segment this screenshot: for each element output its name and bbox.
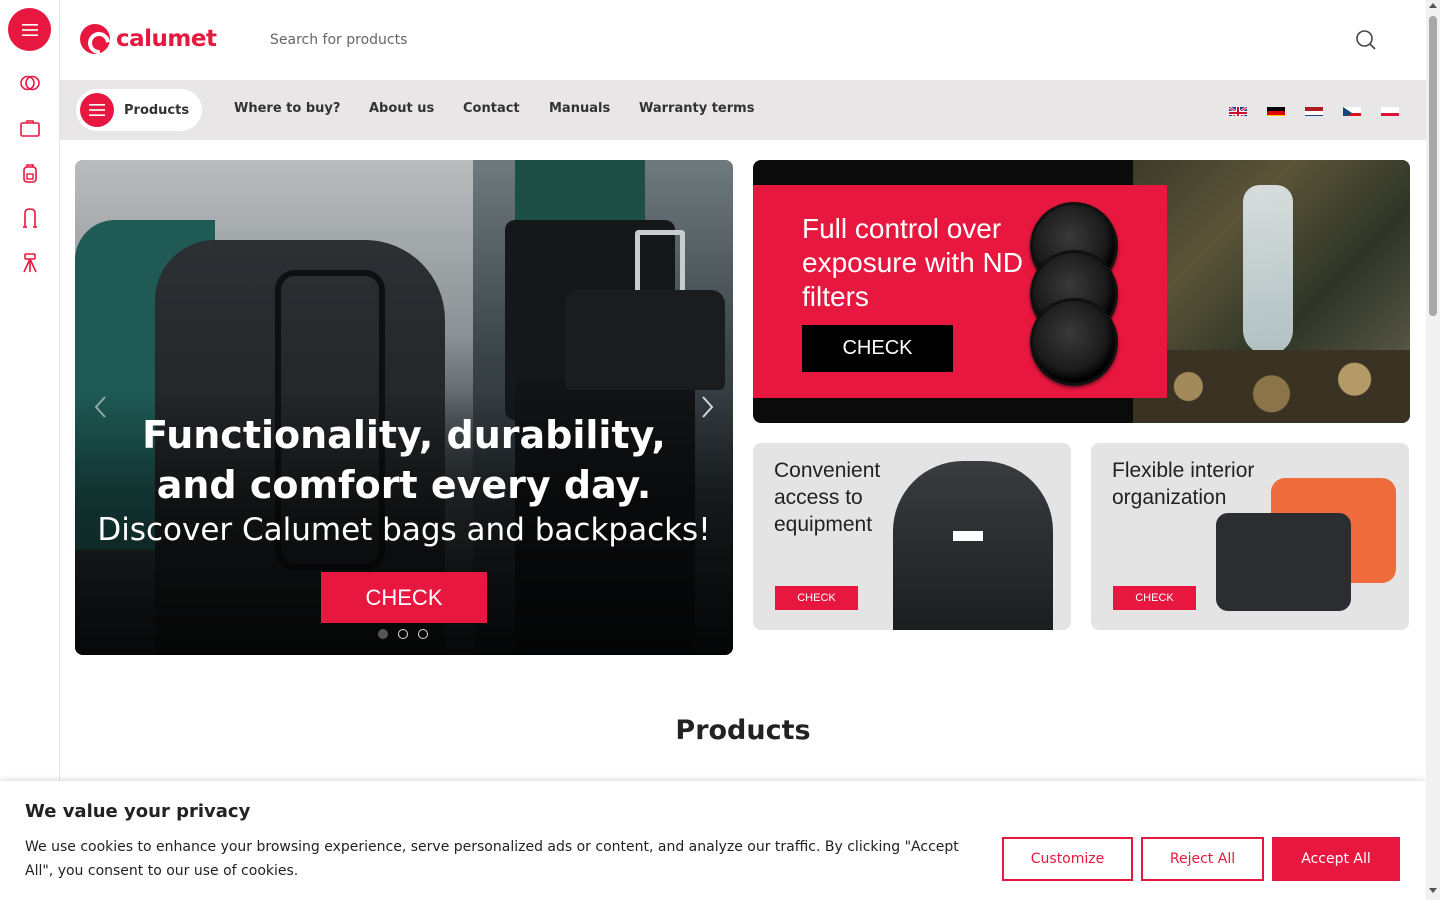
waterfall-image — [1243, 185, 1293, 355]
nd-filter-icon — [1030, 298, 1118, 386]
flag-poland-icon[interactable] — [1381, 104, 1399, 116]
tripod-icon — [23, 253, 37, 273]
promo-tile-organization-text: Flexible interior organization — [1112, 459, 1255, 509]
slider-next-button[interactable] — [695, 392, 719, 422]
black-bag-image — [1216, 513, 1351, 611]
promo-tile-organization-check-button[interactable]: CHECK — [1113, 586, 1196, 610]
cookie-accept-button[interactable]: Accept All — [1272, 837, 1400, 881]
rocks-image — [1133, 350, 1410, 423]
rail-item-bags[interactable] — [18, 116, 42, 140]
hero-title-line-2: and comfort every day. — [156, 463, 652, 507]
backpack-icon — [23, 164, 37, 183]
products-menu-icon — [80, 93, 114, 127]
site-header: calumet — [60, 0, 1426, 80]
rings-icon — [20, 75, 40, 91]
flag-czech-icon[interactable] — [1343, 104, 1361, 116]
search-icon — [1356, 30, 1376, 50]
hero-check-button[interactable]: CHECK — [321, 572, 487, 623]
slider-prev-button[interactable] — [89, 392, 113, 422]
promo-tile-access[interactable]: Convenient access to equipment CHECK — [753, 443, 1071, 630]
nav-link-where-to-buy[interactable]: Where to buy? — [234, 101, 340, 116]
page-scrollbar[interactable] — [1426, 0, 1440, 900]
nd-banner-text: Full control over exposure with ND filte… — [802, 213, 1023, 312]
scroll-down-arrow-icon[interactable] — [1429, 888, 1437, 893]
cookie-reject-button[interactable]: Reject All — [1141, 837, 1264, 881]
chevron-left-icon — [94, 396, 106, 418]
search-button[interactable] — [1354, 28, 1378, 52]
rail-item-filters[interactable] — [18, 71, 42, 95]
flag-uk-icon[interactable] — [1229, 104, 1247, 116]
hamburger-icon — [21, 23, 38, 36]
promo-tile-organization[interactable]: Flexible interior organization CHECK — [1091, 443, 1409, 630]
main-nav: Products Where to buy? About us Contact … — [60, 80, 1426, 140]
hero-title-line-1: Functionality, durability, — [142, 413, 666, 457]
nav-link-about-us[interactable]: About us — [369, 101, 434, 116]
calumet-logo[interactable]: calumet — [80, 24, 217, 54]
nd-filters-banner[interactable]: Full control over exposure with ND filte… — [753, 160, 1410, 423]
scrollbar-thumb[interactable] — [1429, 16, 1437, 316]
promo-tile-access-check-button[interactable]: CHECK — [775, 586, 858, 610]
cookie-consent-banner: We value your privacy We use cookies to … — [0, 781, 1426, 900]
scroll-up-arrow-icon[interactable] — [1429, 3, 1437, 8]
chevron-right-icon — [702, 396, 714, 418]
slider-dot-3[interactable] — [418, 629, 428, 639]
products-menu-label: Products — [124, 102, 190, 118]
promo-tile-access-text: Convenient access to equipment — [774, 459, 881, 536]
rail-item-backpacks[interactable] — [18, 161, 42, 185]
photo-shoulder-bag — [565, 290, 725, 390]
nd-check-button[interactable]: CHECK — [802, 325, 953, 372]
flag-germany-icon[interactable] — [1267, 104, 1285, 116]
nav-link-manuals[interactable]: Manuals — [549, 101, 610, 116]
cookie-customize-button[interactable]: Customize — [1002, 837, 1133, 881]
hamburger-icon — [89, 104, 105, 116]
nav-link-contact[interactable]: Contact — [463, 101, 520, 116]
stand-icon — [23, 208, 37, 228]
hero-subtitle: Discover Calumet bags and backpacks! — [97, 512, 711, 548]
flag-netherlands-icon[interactable] — [1305, 104, 1323, 116]
briefcase-icon — [20, 120, 40, 137]
hero-title: Functionality, durability, and comfort e… — [75, 410, 733, 510]
nav-link-warranty-terms[interactable]: Warranty terms — [639, 101, 754, 116]
rail-item-backdrops[interactable] — [18, 206, 42, 230]
cookie-title: We value your privacy — [25, 801, 251, 822]
category-rail — [0, 0, 60, 900]
products-section-heading: Products — [675, 715, 811, 746]
backpack-image — [893, 461, 1053, 630]
hero-slider[interactable]: Functionality, durability, and comfort e… — [75, 160, 733, 655]
slider-dots — [378, 629, 428, 639]
slider-dot-1[interactable] — [378, 629, 388, 639]
main-menu-button[interactable] — [8, 8, 51, 51]
search-input[interactable] — [258, 24, 1328, 56]
logo-mark-icon — [80, 24, 110, 54]
logo-text: calumet — [116, 26, 217, 52]
slider-dot-2[interactable] — [398, 629, 408, 639]
cookie-text: We use cookies to enhance your browsing … — [25, 839, 959, 879]
rail-item-tripods[interactable] — [18, 251, 42, 275]
products-menu-button[interactable]: Products — [76, 89, 202, 131]
